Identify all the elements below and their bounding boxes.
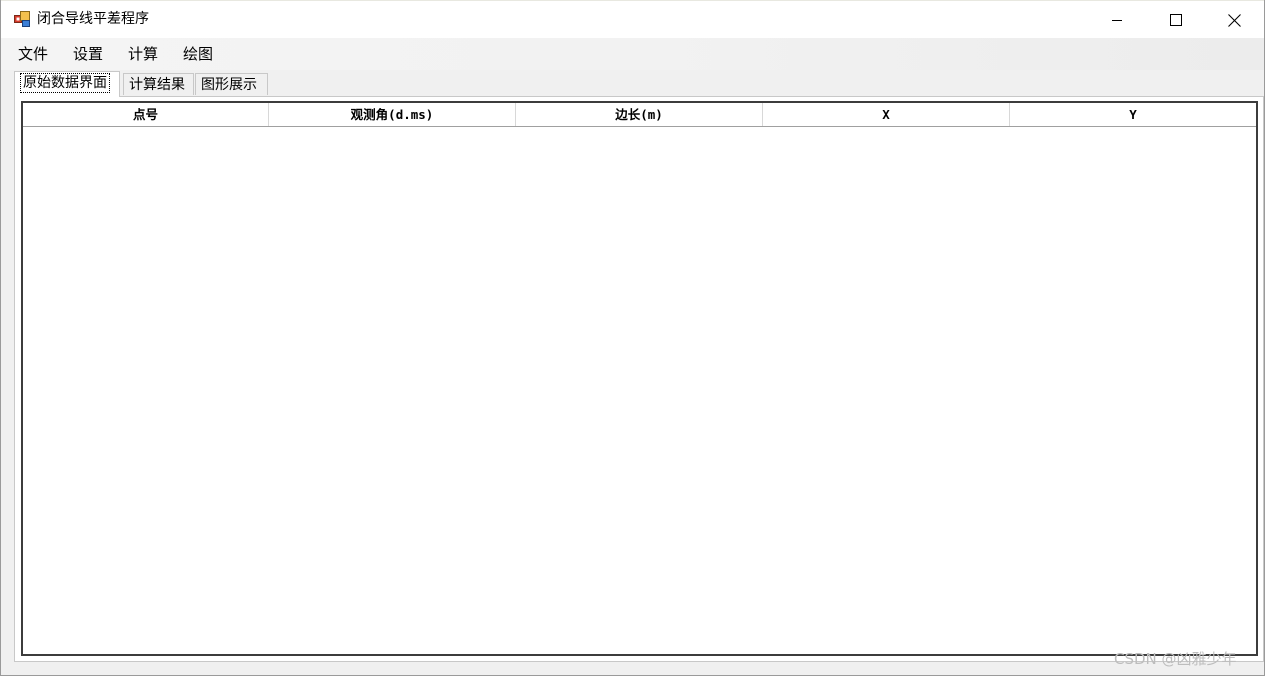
- menu-calculate[interactable]: 计算: [126, 38, 160, 70]
- app-window: 闭合导线平差程序 文件 设置 计算 绘图 原始数据界面 计算结果 图形展示 点号…: [0, 0, 1265, 676]
- close-button[interactable]: [1211, 1, 1257, 39]
- minimize-icon: [1112, 20, 1122, 21]
- app-window-icon: [14, 11, 31, 27]
- tab-graphics-label: 图形展示: [201, 77, 257, 93]
- menu-file[interactable]: 文件: [16, 38, 50, 70]
- tab-raw-data-label: 原始数据界面: [20, 73, 110, 93]
- tab-results-label: 计算结果: [129, 77, 185, 93]
- tab-strip: 原始数据界面 计算结果 图形展示: [14, 71, 1264, 97]
- data-grid[interactable]: 点号 观测角(d.ms) 边长(m) X Y: [21, 101, 1258, 656]
- menu-draw[interactable]: 绘图: [181, 38, 215, 70]
- column-header-x[interactable]: X: [763, 103, 1010, 126]
- maximize-button[interactable]: [1153, 1, 1199, 39]
- close-icon: [1227, 13, 1241, 27]
- tab-panel-raw-data: 点号 观测角(d.ms) 边长(m) X Y: [14, 96, 1264, 662]
- title-bar[interactable]: 闭合导线平差程序: [1, 0, 1264, 39]
- tab-results[interactable]: 计算结果: [123, 73, 194, 95]
- column-header-side-length[interactable]: 边长(m): [516, 103, 763, 126]
- column-header-observed-angle[interactable]: 观测角(d.ms): [269, 103, 516, 126]
- watermark: CSDN @凶雅少年: [1114, 650, 1237, 668]
- menu-bar: 文件 设置 计算 绘图: [1, 38, 1264, 70]
- column-header-y[interactable]: Y: [1010, 103, 1256, 126]
- menu-settings[interactable]: 设置: [71, 38, 105, 70]
- window-title: 闭合导线平差程序: [37, 11, 149, 27]
- minimize-button[interactable]: [1094, 1, 1140, 39]
- maximize-icon: [1170, 14, 1182, 26]
- grid-header-row: 点号 观测角(d.ms) 边长(m) X Y: [23, 103, 1256, 127]
- column-header-point-id[interactable]: 点号: [23, 103, 269, 126]
- tab-raw-data[interactable]: 原始数据界面: [14, 71, 120, 97]
- tab-graphics[interactable]: 图形展示: [195, 73, 268, 95]
